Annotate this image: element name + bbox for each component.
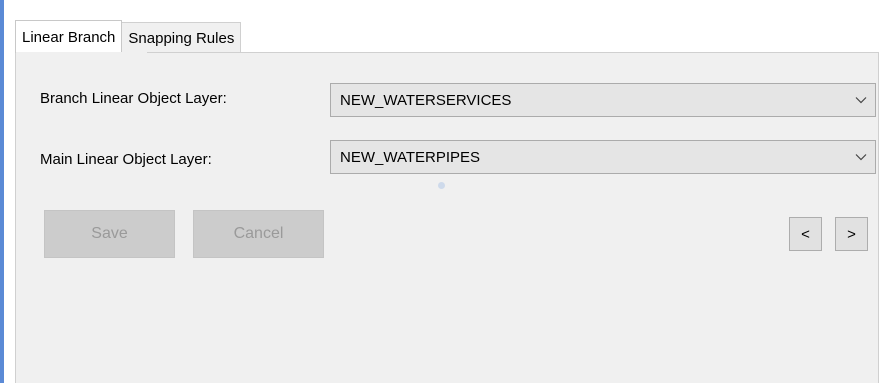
cursor-indicator [438,182,445,189]
tab-linear-branch[interactable]: Linear Branch [15,20,123,53]
tab-strip: Linear Branch Snapping Rules [15,20,242,53]
cancel-button[interactable]: Cancel [193,210,324,258]
tab-snapping-rules[interactable]: Snapping Rules [121,22,242,53]
next-button[interactable]: > [835,217,868,251]
dialog-window: Linear Branch Snapping Rules Branch Line… [0,0,891,383]
chevron-down-icon [847,96,875,104]
main-layer-label: Main Linear Object Layer: [40,151,212,168]
save-button[interactable]: Save [44,210,175,258]
branch-layer-dropdown[interactable]: NEW_WATERSERVICES [330,83,876,117]
tab-linear-branch-label: Linear Branch [22,28,116,46]
active-tab-joiner [16,52,147,54]
chevron-down-icon [847,153,875,161]
branch-layer-label: Branch Linear Object Layer: [40,90,227,107]
previous-button[interactable]: < [789,217,822,251]
main-layer-value: NEW_WATERPIPES [340,148,481,166]
main-layer-dropdown[interactable]: NEW_WATERPIPES [330,140,876,174]
window-border [0,0,4,383]
tab-snapping-rules-label: Snapping Rules [128,29,235,47]
branch-layer-value: NEW_WATERSERVICES [340,91,512,109]
